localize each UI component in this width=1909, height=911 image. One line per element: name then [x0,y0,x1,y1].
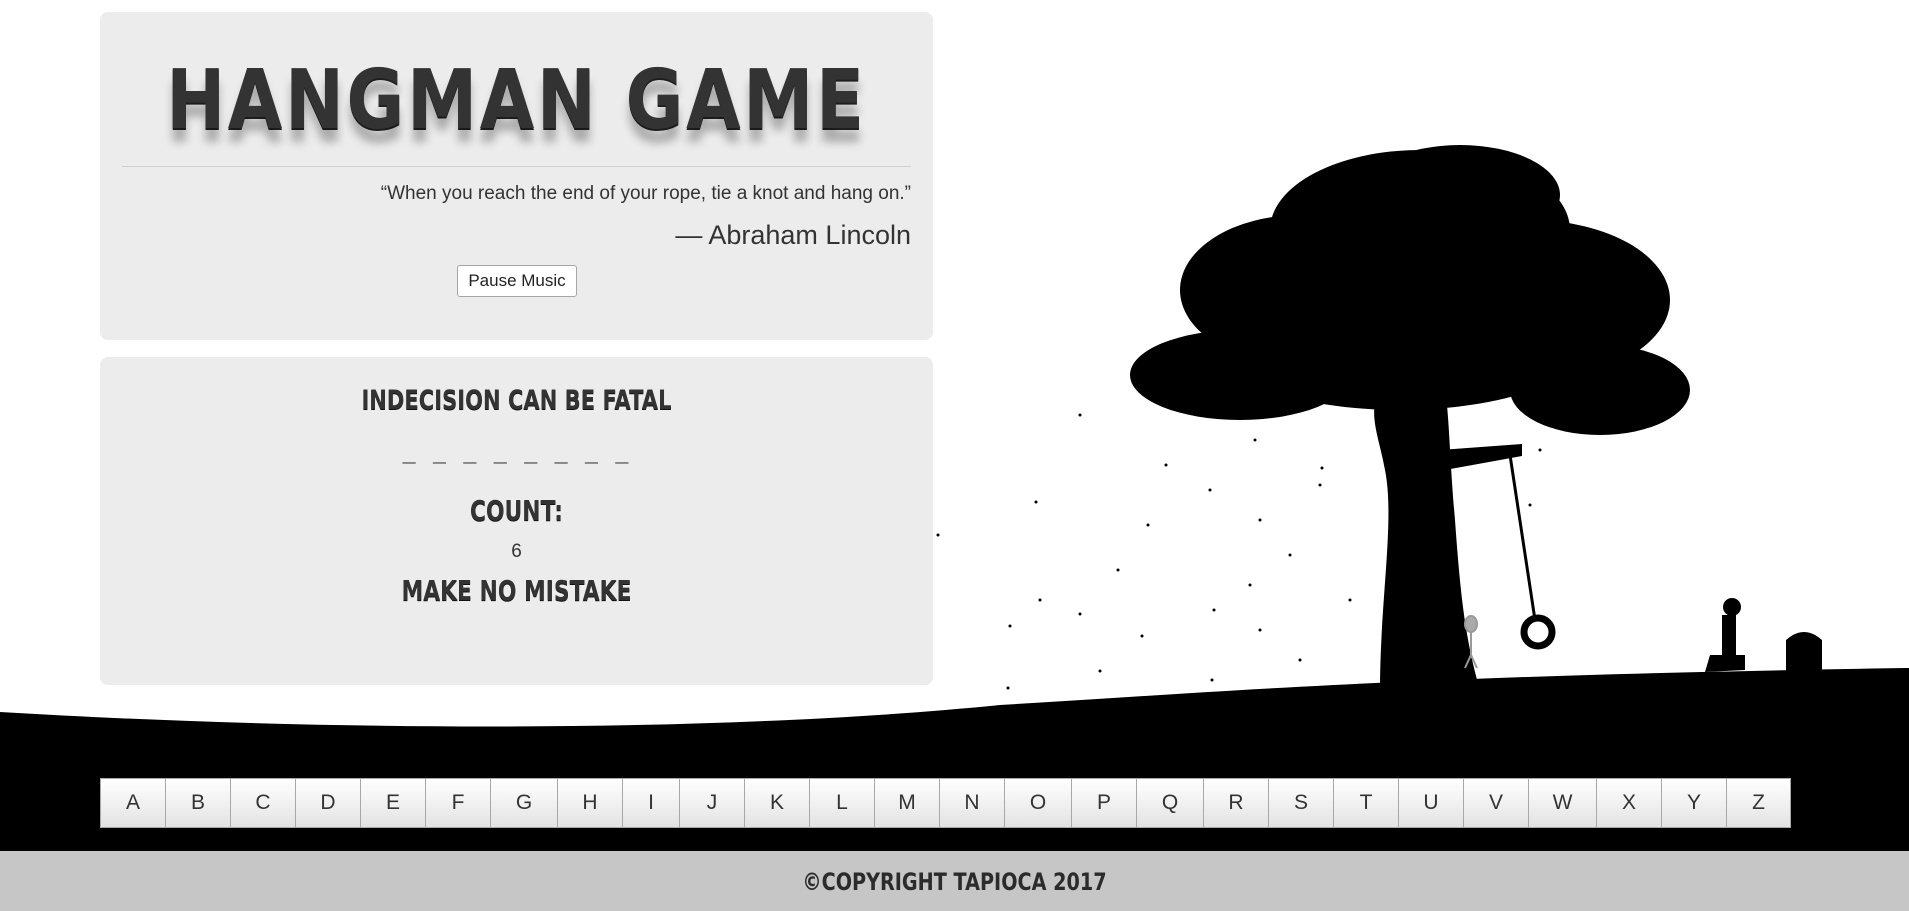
count-label: COUNT: [469,494,564,527]
letter-key-w[interactable]: W [1528,778,1596,828]
swing-tire [1520,614,1556,650]
letter-key-h[interactable]: H [557,778,622,828]
letter-key-s[interactable]: S [1268,778,1333,828]
letter-key-a[interactable]: A [100,778,165,828]
letter-key-z[interactable]: Z [1726,778,1791,828]
pause-music-button[interactable]: Pause Music [457,265,577,297]
quote-text: “When you reach the end of your rope, ti… [380,183,911,204]
letter-key-i[interactable]: I [622,778,679,828]
word-hint: INDECISION CAN BE FATAL [361,385,672,416]
letter-key-b[interactable]: B [165,778,230,828]
quote-author: — Abraham Lincoln [675,220,911,250]
letter-key-p[interactable]: P [1071,778,1136,828]
letter-key-j[interactable]: J [679,778,744,828]
letter-key-t[interactable]: T [1333,778,1398,828]
letter-key-c[interactable]: C [230,778,295,828]
letter-key-y[interactable]: Y [1661,778,1726,828]
tree-trunk [1374,365,1480,690]
letter-key-l[interactable]: L [809,778,874,828]
count-value: 6 [511,541,522,562]
warning-text: MAKE NO MISTAKE [401,574,632,607]
letter-key-u[interactable]: U [1398,778,1463,828]
footer: ©COPYRIGHT TAPIOCA 2017 [0,851,1909,911]
copyright-text: ©COPYRIGHT TAPIOCA 2017 [802,868,1107,896]
tombstone [1786,632,1822,682]
letter-key-g[interactable]: G [490,778,557,828]
letter-key-k[interactable]: K [744,778,809,828]
letter-key-m[interactable]: M [874,778,939,828]
seated-figure [1705,598,1745,672]
letter-key-n[interactable]: N [939,778,1004,828]
letter-keyboard: ABCDEFGHIJKLMNOPQRSTUVWXYZ [100,778,1791,828]
letter-key-v[interactable]: V [1463,778,1528,828]
letter-key-x[interactable]: X [1596,778,1661,828]
page: HANGMAN GAME “When you reach the end of … [0,0,1909,911]
letter-key-d[interactable]: D [295,778,360,828]
letter-key-r[interactable]: R [1203,778,1268,828]
letter-key-e[interactable]: E [360,778,425,828]
header-panel: HANGMAN GAME “When you reach the end of … [100,12,933,340]
swing-rope [1508,454,1537,621]
page-title: HANGMAN GAME [166,53,867,148]
tree-canopy [1130,145,1690,435]
game-panel: INDECISION CAN BE FATAL _ _ _ _ _ _ _ _ … [100,357,933,685]
letter-key-q[interactable]: Q [1136,778,1203,828]
letter-key-f[interactable]: F [425,778,490,828]
letter-key-o[interactable]: O [1004,778,1071,828]
title-divider [122,166,911,167]
word-blanks: _ _ _ _ _ _ _ _ [402,443,631,468]
